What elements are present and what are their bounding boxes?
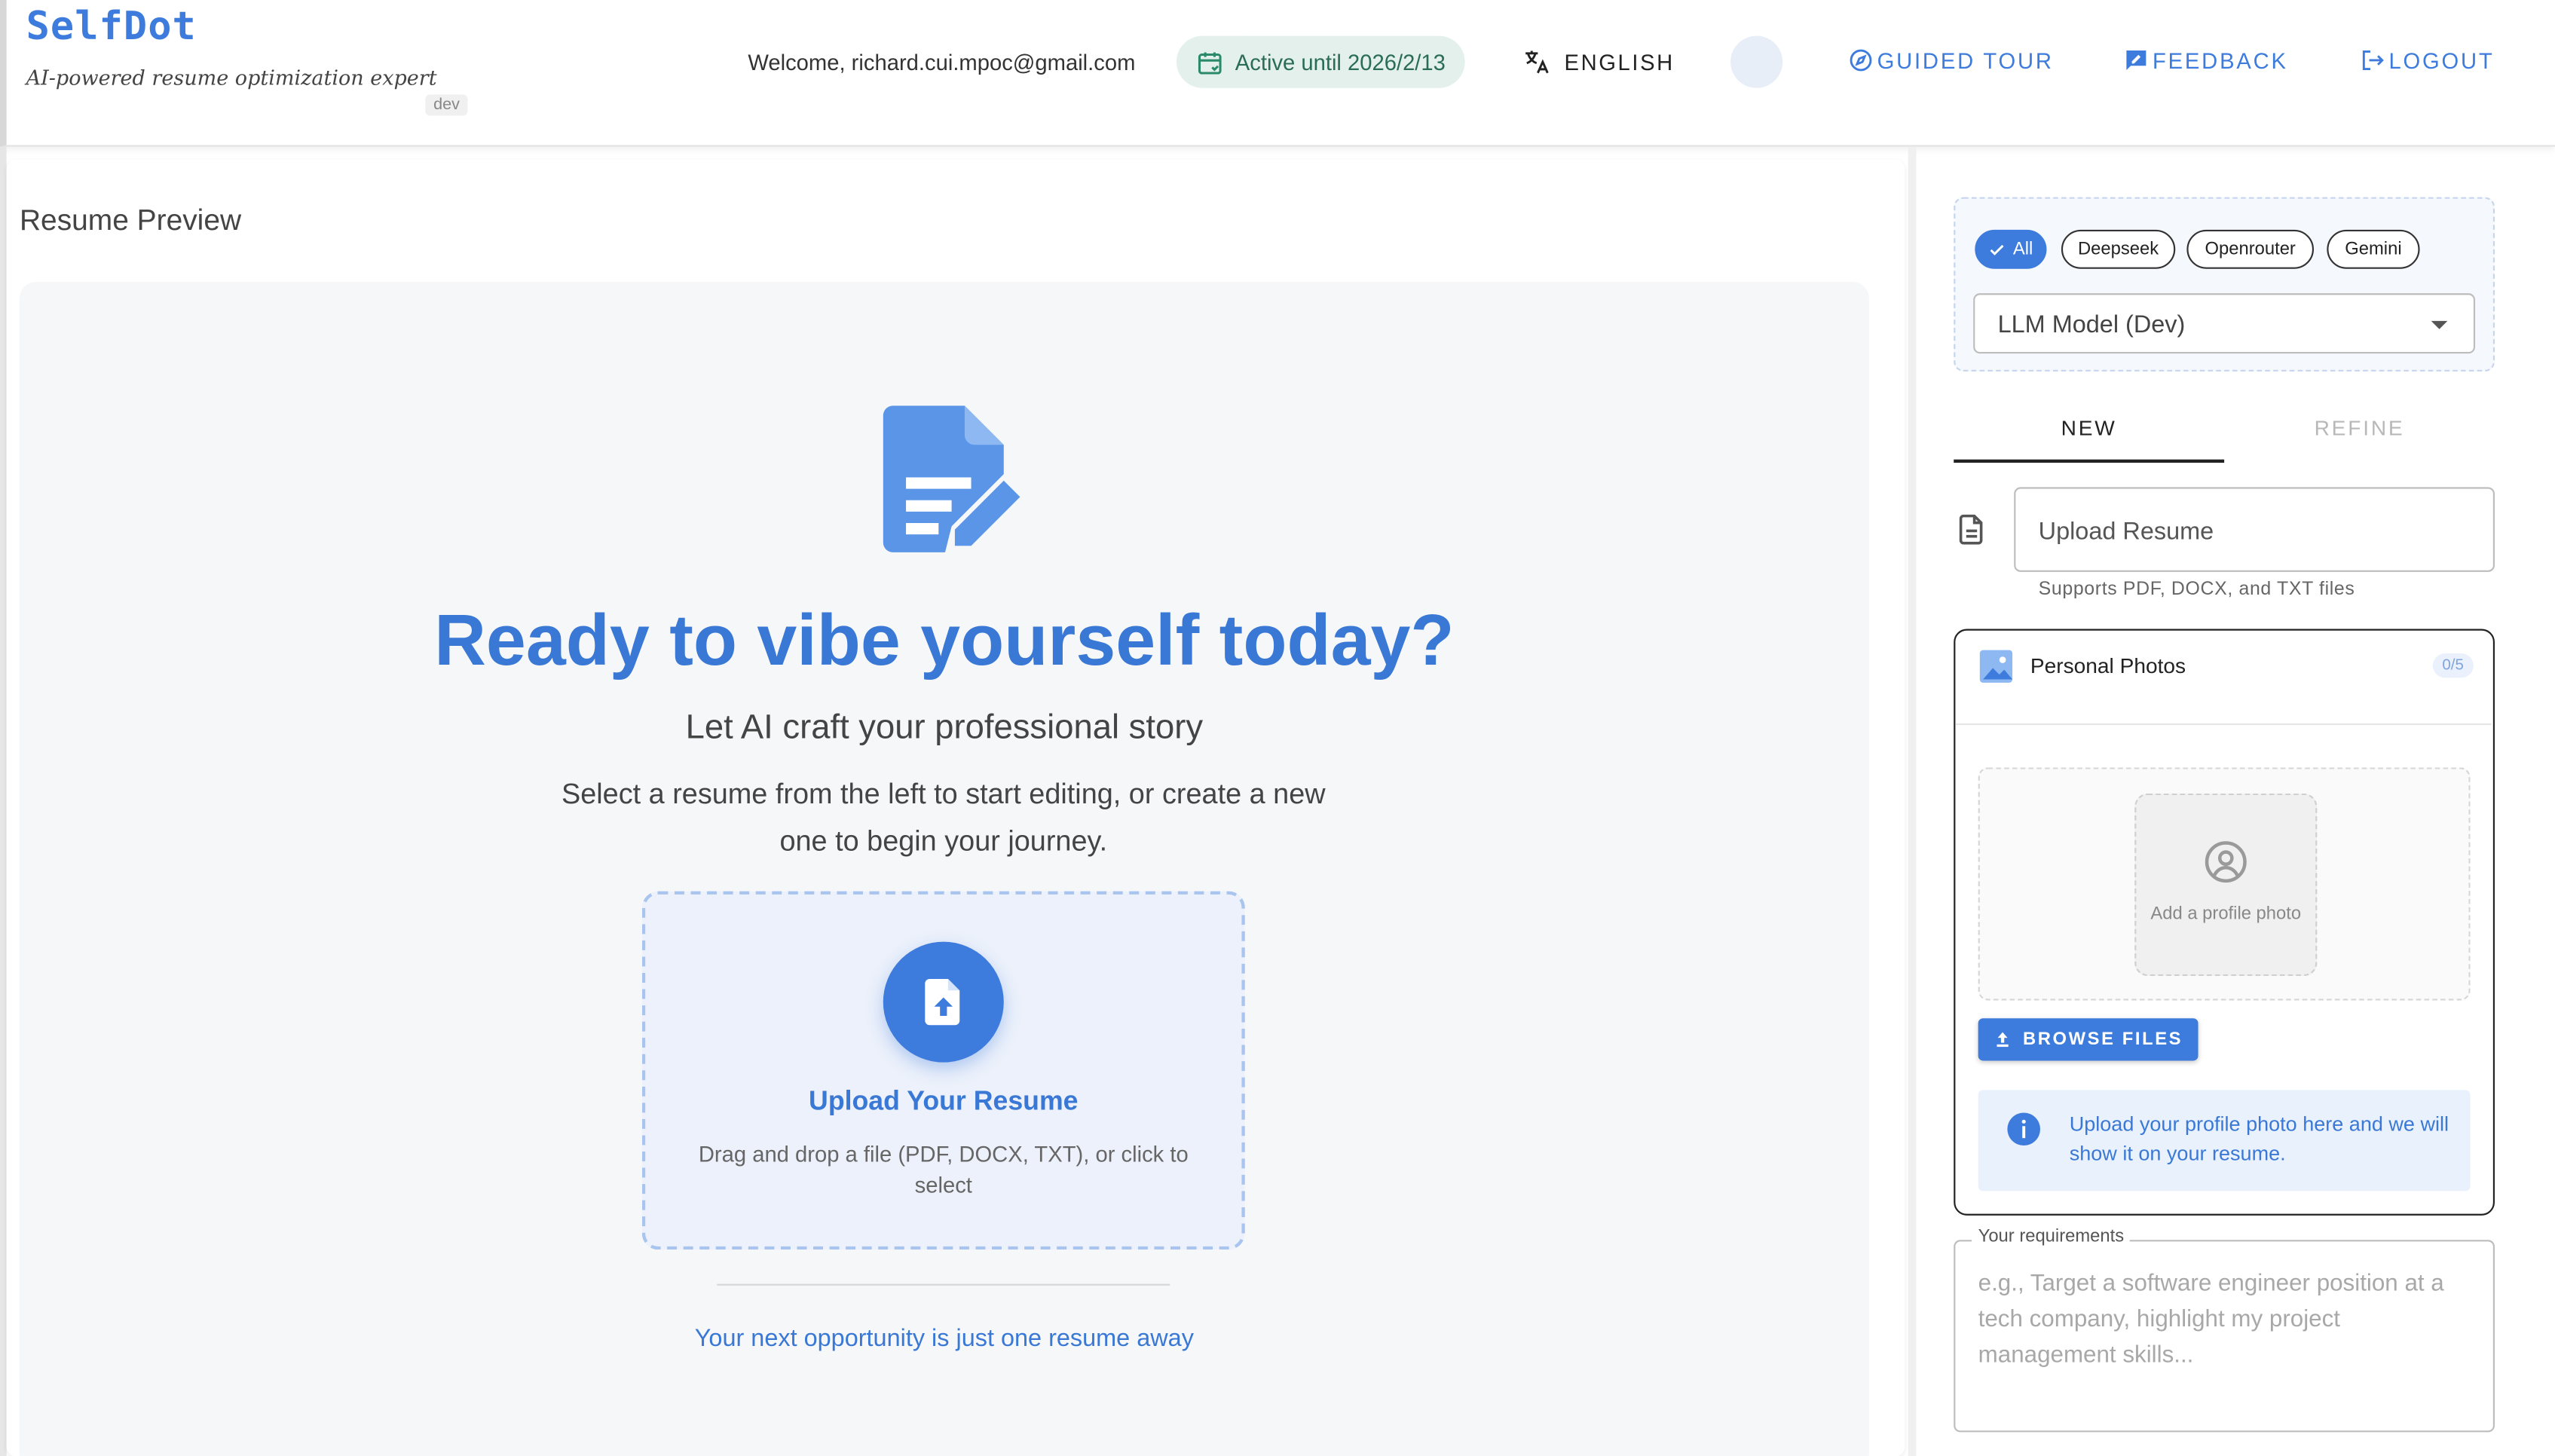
feedback-label: FEEDBACK bbox=[2152, 47, 2288, 73]
app-tagline: AI-powered resume optimization expert bbox=[26, 65, 437, 90]
feedback-link[interactable]: FEEDBACK bbox=[2123, 47, 2288, 74]
welcome-text: Welcome, richard.cui.mpoc@gmail.com bbox=[748, 50, 1136, 75]
theme-toggle-button[interactable] bbox=[1730, 35, 1783, 88]
language-label: ENGLISH bbox=[1564, 49, 1675, 75]
photos-count-badge: 0/5 bbox=[2432, 653, 2474, 678]
add-photo-label: Add a profile photo bbox=[2150, 904, 2302, 924]
app-root: SelfDot AI-powered resume optimization e… bbox=[0, 0, 2555, 1456]
subscription-status-text: Active until 2026/2/13 bbox=[1235, 49, 1446, 75]
logout-icon bbox=[2362, 50, 2384, 70]
add-photo-slot[interactable]: Add a profile photo bbox=[2134, 793, 2318, 977]
model-selector-box: All Deepseek Openrouter Gemini LLM Model… bbox=[1954, 197, 2495, 372]
logout-link[interactable]: LOGOUT bbox=[2360, 47, 2495, 74]
panel-separator bbox=[1908, 146, 1917, 1456]
upload-help-text: Supports PDF, DOCX, and TXT files bbox=[2038, 580, 2355, 600]
resume-edit-icon bbox=[883, 405, 1020, 552]
requirements-placeholder: e.g., Target a software engineer positio… bbox=[1978, 1271, 2444, 1369]
upload-resume-field[interactable]: Upload Resume bbox=[2014, 487, 2495, 572]
requirements-label: Your requirements bbox=[1972, 1226, 2131, 1246]
photo-info-alert: Upload your profile photo here and we wi… bbox=[1978, 1090, 2471, 1191]
subscription-status-chip: Active until 2026/2/13 bbox=[1176, 35, 1465, 88]
browse-files-label: BROWSE FILES bbox=[2022, 1029, 2183, 1050]
divider bbox=[717, 1283, 1170, 1286]
file-text-icon bbox=[1959, 514, 1983, 545]
chip-label: Deepseek bbox=[2078, 239, 2159, 259]
file-upload-icon bbox=[925, 978, 960, 1026]
moon-icon bbox=[1749, 52, 1760, 72]
tab-new[interactable]: NEW bbox=[1954, 415, 2224, 439]
llm-model-select[interactable]: LLM Model (Dev) bbox=[1973, 293, 2476, 354]
hero-title: Ready to vibe yourself today? bbox=[434, 601, 1455, 681]
active-tab-indicator bbox=[1954, 459, 2225, 463]
upload-circle bbox=[883, 941, 1004, 1063]
photo-dropzone[interactable]: Add a profile photo bbox=[1978, 767, 2471, 1001]
guided-tour-link[interactable]: GUIDED TOUR bbox=[1848, 47, 2054, 74]
upload-resume-label: Upload Resume bbox=[2038, 518, 2214, 546]
user-circle-icon bbox=[2205, 841, 2247, 883]
personal-photos-card: Personal Photos 0/5 Add a profile photo … bbox=[1954, 629, 2495, 1216]
provider-chip-gemini[interactable]: Gemini bbox=[2327, 229, 2420, 269]
logout-label: LOGOUT bbox=[2388, 47, 2495, 73]
provider-chip-deepseek[interactable]: Deepseek bbox=[2061, 229, 2176, 269]
upload-description: Drag and drop a file (PDF, DOCX, TXT), o… bbox=[698, 1142, 1189, 1198]
photos-header: Personal Photos 0/5 bbox=[1955, 631, 2492, 726]
image-icon bbox=[1979, 650, 2013, 683]
upload-title: Upload Your Resume bbox=[809, 1087, 1079, 1116]
provider-chip-all[interactable]: All bbox=[1975, 229, 2047, 269]
calendar-check-icon bbox=[1198, 51, 1222, 74]
compass-icon bbox=[1850, 49, 1872, 72]
preview-title: Resume Preview bbox=[19, 203, 242, 237]
tab-refine[interactable]: REFINE bbox=[2224, 415, 2495, 439]
hero-description: Select a resume from the left to start e… bbox=[561, 777, 1326, 858]
language-button[interactable]: ENGLISH bbox=[1522, 47, 1675, 77]
llm-model-value: LLM Model (Dev) bbox=[1997, 310, 2186, 339]
left-rail bbox=[0, 146, 7, 1456]
preview-area: Ready to vibe yourself today? Let AI cra… bbox=[19, 282, 1869, 1456]
footer-tagline: Your next opportunity is just one resume… bbox=[694, 1324, 1194, 1353]
upload-icon bbox=[1997, 1032, 2009, 1048]
info-icon bbox=[2007, 1112, 2040, 1146]
chip-label: Openrouter bbox=[2205, 239, 2296, 259]
browse-files-button[interactable]: BROWSE FILES bbox=[1978, 1018, 2199, 1061]
feedback-icon bbox=[2126, 50, 2147, 70]
app-logo[interactable]: SelfDot bbox=[26, 3, 197, 49]
resume-preview-panel: Resume Preview Ready to vibe yourself to… bbox=[6, 159, 1905, 1456]
provider-chip-openrouter[interactable]: Openrouter bbox=[2186, 229, 2315, 269]
hero-subtitle: Let AI craft your professional story bbox=[685, 708, 1204, 747]
requirements-textarea[interactable]: e.g., Target a software engineer positio… bbox=[1954, 1240, 2495, 1433]
translate-icon bbox=[1525, 50, 1549, 74]
top-header: SelfDot AI-powered resume optimization e… bbox=[0, 0, 2555, 147]
photo-info-text: Upload your profile photo here and we wi… bbox=[2069, 1112, 2449, 1164]
chip-label: All bbox=[2012, 239, 2033, 259]
chip-label: Gemini bbox=[2345, 239, 2402, 259]
env-badge: dev bbox=[425, 94, 468, 116]
dropdown-caret-icon bbox=[2431, 320, 2448, 329]
check-icon bbox=[1990, 243, 2005, 255]
guided-tour-label: GUIDED TOUR bbox=[1877, 47, 2054, 73]
resume-upload-dropzone[interactable]: Upload Your Resume Drag and drop a file … bbox=[641, 891, 1245, 1250]
photos-title: Personal Photos bbox=[2030, 653, 2186, 678]
